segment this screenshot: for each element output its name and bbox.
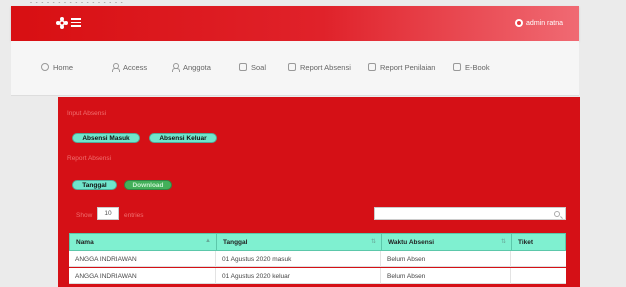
- cell-waktu: Belum Absen: [381, 251, 511, 267]
- table-header: Nama ▲ Tanggal ⇅ Waktu Absensi ⇅ Tiket: [69, 233, 566, 251]
- logo-icon: [56, 17, 68, 29]
- tanggal-button[interactable]: Tanggal: [72, 180, 117, 190]
- file-icon: [368, 63, 376, 71]
- home-icon: [41, 63, 49, 71]
- cell-tanggal: 01 Agustus 2020 keluar: [216, 268, 381, 284]
- section-label-input: Input Absensi: [67, 110, 107, 117]
- absensi-keluar-button[interactable]: Absensi Keluar: [149, 133, 217, 143]
- nav-label-soal: Soal: [251, 62, 267, 72]
- nav-item-anggota[interactable]: Anggota: [171, 61, 211, 73]
- nav-label-anggota: Anggota: [183, 62, 211, 72]
- user-icon: [111, 63, 120, 72]
- table-row: ANGGA INDRIAWAN 01 Agustus 2020 keluar B…: [69, 268, 566, 284]
- entries-label: entries: [124, 212, 144, 219]
- page: - - - - - - - - - - - - - - - - - admin …: [0, 0, 626, 287]
- column-header-label: Waktu Absensi: [388, 238, 435, 246]
- sort-icon: ⇅: [370, 239, 376, 245]
- column-header-label: Tiket: [518, 238, 534, 246]
- main-nav: Home Access Anggota Soal Report Absensi …: [11, 41, 579, 96]
- cell-tiket: [511, 251, 564, 267]
- column-header-nama[interactable]: Nama ▲: [70, 234, 217, 250]
- column-header-label: Tanggal: [223, 238, 248, 246]
- download-button[interactable]: Download: [124, 180, 172, 190]
- cell-tiket: [511, 268, 564, 284]
- sort-asc-icon: ▲: [205, 238, 211, 244]
- file-icon: [453, 63, 461, 71]
- menu-toggle-icon[interactable]: [71, 18, 81, 27]
- cell-nama: ANGGA INDRIAWAN: [69, 268, 216, 284]
- column-header-tanggal[interactable]: Tanggal ⇅: [217, 234, 382, 250]
- file-icon: [239, 63, 247, 71]
- sort-icon: ⇅: [500, 239, 506, 245]
- app-header: admin ratna: [11, 6, 579, 41]
- nav-label-access: Access: [123, 62, 148, 72]
- column-header-tiket[interactable]: Tiket: [512, 234, 565, 250]
- search-icon: [554, 211, 560, 217]
- absensi-masuk-button[interactable]: Absensi Masuk: [72, 133, 140, 143]
- nav-item-report-absensi[interactable]: Report Absensi: [288, 61, 351, 73]
- table-row: ANGGA INDRIAWAN 01 Agustus 2020 masuk Be…: [69, 251, 566, 267]
- user-name: admin ratna: [526, 19, 563, 27]
- section-label-report: Report Absensi: [67, 155, 112, 162]
- show-label: Show: [76, 212, 93, 219]
- cell-tanggal: 01 Agustus 2020 masuk: [216, 251, 381, 267]
- nav-item-ebook[interactable]: E-Book: [453, 61, 490, 73]
- nav-label-ebook: E-Book: [465, 62, 490, 72]
- cell-nama: ANGGA INDRIAWAN: [69, 251, 216, 267]
- nav-label-report-penilaian: Report Penilaian: [380, 62, 436, 72]
- cell-waktu: Belum Absen: [381, 268, 511, 284]
- nav-item-soal[interactable]: Soal: [239, 61, 266, 73]
- column-header-label: Nama: [76, 238, 94, 246]
- search-input[interactable]: [374, 207, 566, 220]
- user-icon: [171, 63, 180, 72]
- nav-label-home: Home: [53, 62, 74, 72]
- entries-select[interactable]: 10: [97, 207, 119, 220]
- column-header-waktu[interactable]: Waktu Absensi ⇅: [382, 234, 512, 250]
- avatar-icon: [515, 19, 524, 27]
- nav-item-access[interactable]: Access: [111, 61, 147, 73]
- user-menu[interactable]: admin ratna: [515, 16, 563, 30]
- absensi-panel: Input Absensi Absensi Masuk Absensi Kelu…: [58, 97, 580, 287]
- nav-label-report-absensi: Report Absensi: [300, 62, 351, 72]
- nav-item-report-penilaian[interactable]: Report Penilaian: [368, 61, 435, 73]
- nav-item-home[interactable]: Home: [41, 61, 73, 73]
- file-icon: [288, 63, 296, 71]
